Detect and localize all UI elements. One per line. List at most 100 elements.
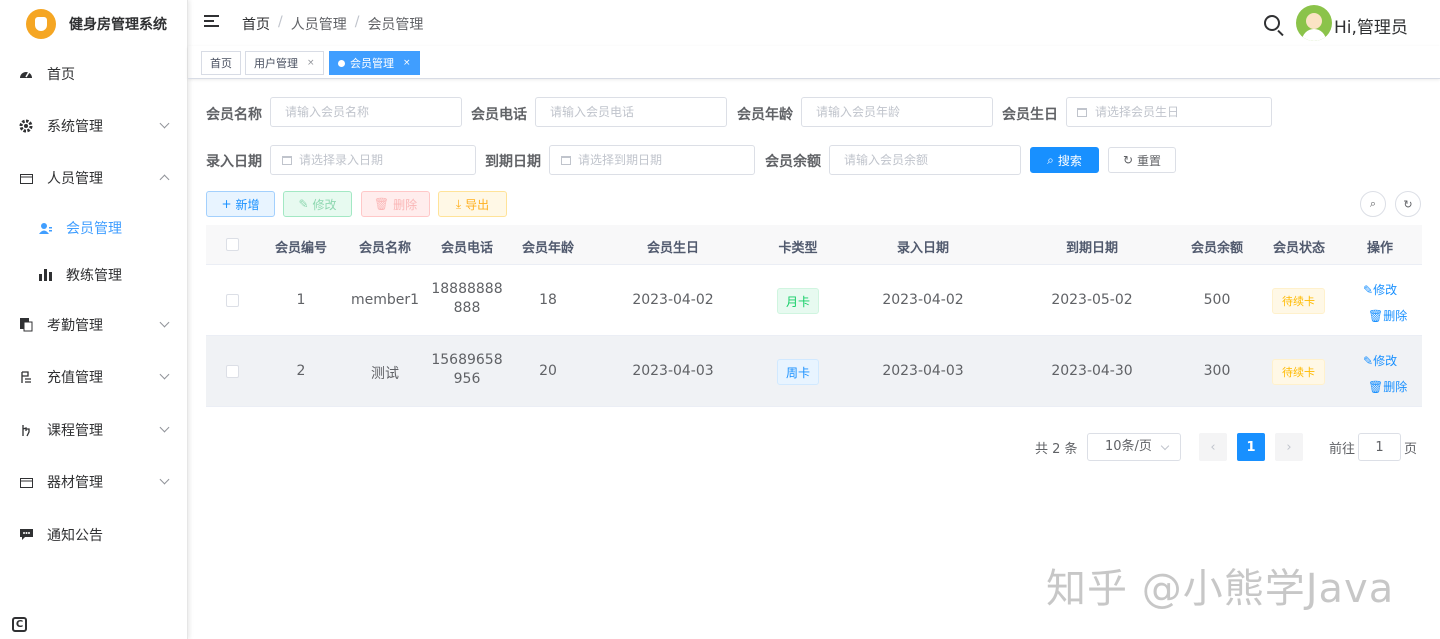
member-name-input[interactable] [270, 97, 462, 127]
tag-label: 会员管理 [350, 57, 394, 70]
sidebar-item-system[interactable]: 系统管理 [0, 102, 188, 150]
sidebar-item-personnel[interactable]: 人员管理 [0, 154, 188, 202]
member-birthday-picker[interactable] [1066, 97, 1272, 127]
tag-label: 首页 [210, 57, 232, 70]
refresh-button[interactable]: ↻ [1395, 191, 1421, 217]
delete-button[interactable]: 🗑 删除 [361, 191, 430, 217]
column-header: 卡类型 [778, 241, 818, 256]
member-age-input[interactable] [801, 97, 993, 127]
chevron-down-icon [159, 422, 170, 433]
goto-prefix: 前往 [1329, 442, 1356, 457]
breadcrumb-personnel: 人员管理 [290, 17, 347, 33]
reset-button[interactable]: ↻ 重置 [1108, 147, 1176, 173]
sidebar-item-equipment[interactable]: 器材管理 [0, 458, 188, 506]
sidebar-item-coaches[interactable]: 教练管理 [0, 251, 188, 299]
sidebar-item-label: 人员管理 [47, 171, 103, 187]
tag-member-management[interactable]: 会员管理 × [329, 51, 420, 75]
search-button[interactable]: ⌕ 搜索 [1030, 147, 1099, 173]
toggle-search-button[interactable]: ⌕ [1360, 191, 1386, 217]
sidebar-item-home[interactable]: 首页 [0, 50, 188, 98]
goto-page-input[interactable] [1358, 433, 1401, 461]
column-header: 会员年龄 [521, 241, 574, 256]
sidebar-item-recharge[interactable]: 充值管理 [0, 353, 188, 401]
sidebar-item-label: 教练管理 [66, 268, 122, 284]
breadcrumb-home[interactable]: 首页 [242, 14, 270, 34]
member-name: 测试 [371, 366, 399, 382]
select-all-checkbox[interactable] [226, 238, 239, 251]
hamburger-icon[interactable] [204, 15, 219, 29]
sidebar-item-attendance[interactable]: 考勤管理 [0, 301, 188, 349]
page-size-value: 10条/页 [1105, 439, 1152, 454]
sidebar-item-notices[interactable]: 通知公告 [0, 511, 188, 559]
add-button[interactable]: + 新增 [206, 191, 275, 217]
row-edit-link[interactable]: ✎修改 [1363, 352, 1397, 369]
active-dot-icon [338, 59, 345, 67]
column-header: 会员状态 [1272, 241, 1325, 256]
row-delete-link[interactable]: 🗑删除 [1368, 307, 1407, 324]
expire-date-picker[interactable] [549, 145, 755, 175]
tag-user-management[interactable]: 用户管理 × [245, 51, 324, 75]
goto-suffix: 页 [1404, 442, 1418, 457]
member-balance: 300 [1203, 363, 1231, 379]
calendar-icon [561, 156, 571, 165]
page-size-select[interactable]: 10条/页 [1087, 433, 1181, 461]
avatar[interactable] [1296, 5, 1332, 41]
table-header: 会员编号 会员名称 会员电话 会员年龄 会员生日 卡类型 录入日期 到期日期 会… [206, 225, 1422, 265]
search-icon: ⌕ [1047, 152, 1054, 167]
breadcrumb-members: 会员管理 [367, 17, 424, 33]
member-phone: 15689658 956 [427, 352, 507, 387]
sidebar-item-label: 充值管理 [47, 370, 103, 386]
sidebar-item-courses[interactable]: 课程管理 [0, 406, 188, 454]
refresh-icon: ↻ [1122, 153, 1134, 167]
search-icon[interactable] [1264, 15, 1280, 31]
member-phone-line2: 956 [453, 371, 481, 387]
sidebar-item-members[interactable]: 会员管理 [0, 204, 188, 252]
member-balance-label: 会员余额 [765, 154, 821, 170]
pagination-total: 共 2 条 [1035, 442, 1078, 457]
user-greeting[interactable]: Hi,管理员 [1334, 13, 1408, 38]
trash-icon: 🗑 [1368, 380, 1384, 394]
breadcrumb: 首页 / 人员管理 / 会员管理 [242, 14, 423, 34]
sidebar-item-label: 会员管理 [66, 221, 122, 237]
export-button[interactable]: ⤓ 导出 [438, 191, 507, 217]
chevron-down-icon [159, 474, 170, 485]
search-button-label: 搜索 [1057, 153, 1082, 168]
page-number-button[interactable]: 1 [1237, 433, 1265, 461]
status-badge: 待续卡 [1272, 359, 1325, 385]
member-id: 2 [296, 363, 306, 379]
member-phone-input[interactable] [535, 97, 727, 127]
member-name-label: 会员名称 [206, 107, 262, 123]
sidebar-item-label: 首页 [47, 67, 75, 83]
close-icon[interactable]: × [403, 58, 411, 68]
bottom-c-icon[interactable]: C [12, 617, 27, 632]
next-page-button[interactable]: › [1275, 433, 1303, 461]
chevron-up-icon [159, 174, 170, 185]
member-balance-input[interactable] [829, 145, 1021, 175]
tag-home[interactable]: 首页 [201, 51, 241, 75]
dashboard-icon [19, 67, 33, 81]
logo[interactable]: 健身房管理系统 [0, 0, 187, 48]
member-phone: 18888888 888 [427, 281, 507, 316]
chevron-left-icon: ‹ [1210, 439, 1216, 455]
export-button-label: 导出 [465, 197, 490, 212]
prev-page-button[interactable]: ‹ [1199, 433, 1227, 461]
plus-icon: + [221, 197, 232, 211]
table-row[interactable]: 1 member1 18888888 888 18 2023-04-02 月卡 … [206, 265, 1422, 336]
close-icon[interactable]: × [307, 58, 315, 68]
sidebar-item-label: 考勤管理 [47, 318, 103, 334]
sidebar-item-label: 器材管理 [47, 475, 103, 491]
entry-date-picker[interactable] [270, 145, 476, 175]
reset-button-label: 重置 [1137, 153, 1162, 168]
member-phone-label: 会员电话 [471, 107, 527, 123]
calendar-icon [282, 156, 292, 165]
sidebar: 健身房管理系统 首页 系统管理 人员管理 会员管理 教练管理 考勤管理 充值管理… [0, 0, 188, 639]
edit-button[interactable]: ✎ 修改 [283, 191, 352, 217]
row-delete-link[interactable]: 🗑删除 [1368, 378, 1407, 395]
row-checkbox[interactable] [226, 365, 239, 378]
chevron-down-icon [1160, 441, 1170, 451]
member-balance: 500 [1203, 292, 1231, 308]
row-checkbox[interactable] [226, 294, 239, 307]
table-row[interactable]: 2 测试 15689658 956 20 2023-04-03 周卡 2023-… [206, 336, 1422, 407]
column-header: 到期日期 [1065, 241, 1118, 256]
row-edit-link[interactable]: ✎修改 [1363, 281, 1397, 298]
